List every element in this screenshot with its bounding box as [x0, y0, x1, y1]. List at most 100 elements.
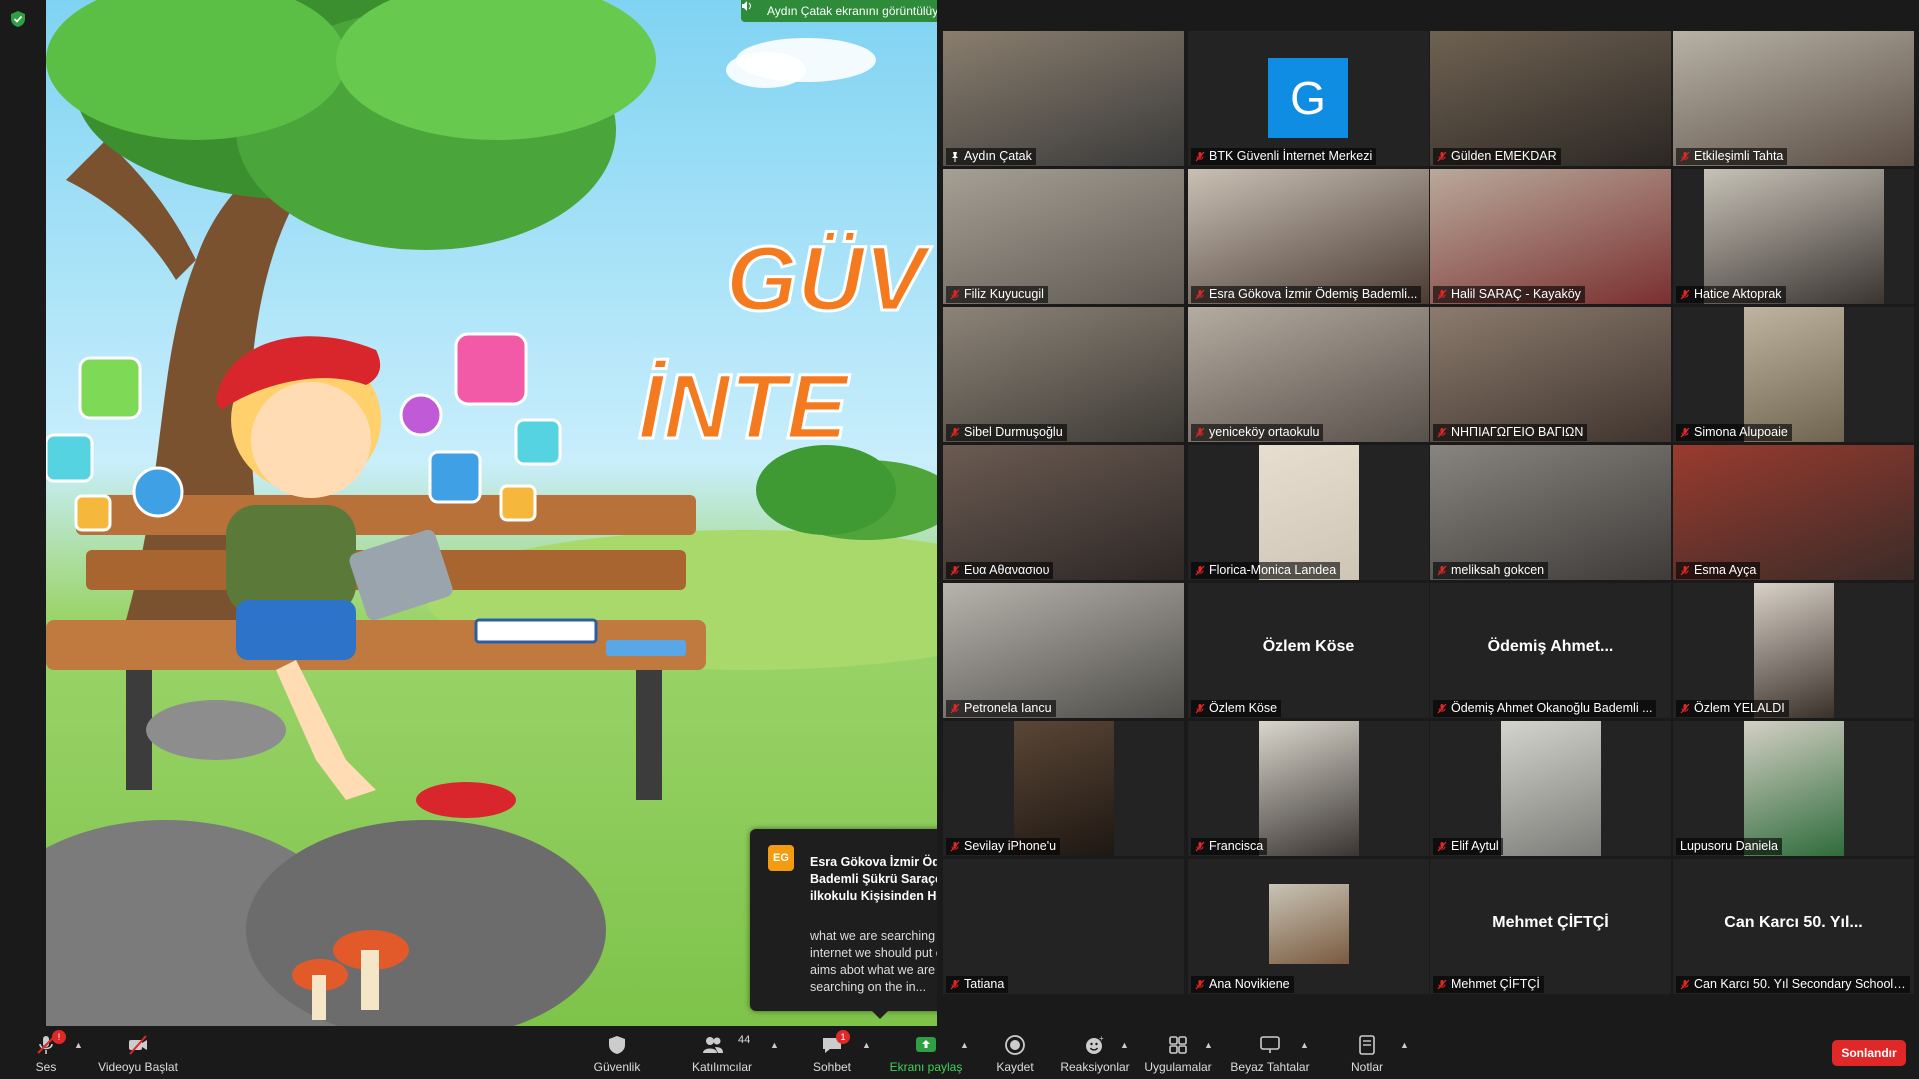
participant-name-label: BTK Güvenli İnternet Merkezi	[1191, 148, 1377, 165]
apps-grid-icon	[1169, 1036, 1187, 1054]
participant-tile[interactable]: Özlem Köse Özlem Köse	[1188, 583, 1429, 718]
whiteboards-button[interactable]: Beyaz Tahtalar	[1224, 1026, 1316, 1079]
participant-name-label: Mehmet ÇİFTÇİ	[1433, 976, 1544, 993]
chat-notification[interactable]: EG Esra Gökova İzmir Ödemiş Bademli Şükr…	[750, 829, 937, 1019]
encryption-shield-icon[interactable]	[10, 10, 26, 28]
shared-screen: GÜV İNTE Aydın Çatak ekranını görüntülüy…	[46, 0, 937, 1026]
participant-tile[interactable]: G BTK Güvenli İnternet Merkezi	[1188, 31, 1429, 166]
participant-name-label: Simona Alupoaie	[1676, 424, 1792, 441]
participant-tile[interactable]: Tatiana	[943, 859, 1184, 994]
participant-display-name: Can Karcı 50. Yıl...	[1724, 914, 1863, 931]
screen-share-banner[interactable]: Aydın Çatak ekranını görüntülüyorsunuz	[741, 0, 937, 22]
participant-video	[1188, 169, 1429, 304]
notes-icon	[1359, 1035, 1375, 1055]
participant-video	[1259, 445, 1359, 580]
record-label: Kaydet	[996, 1060, 1034, 1074]
participant-name: Florica-Monica Landea	[1209, 563, 1337, 577]
participant-tile[interactable]: Ödemiş Ahmet... Ödemiş Ahmet Okanoğlu Bad…	[1430, 583, 1671, 718]
participant-name: Lupusoru Daniela	[1680, 839, 1778, 853]
record-button[interactable]: Kaydet	[990, 1026, 1040, 1079]
participant-name: Simona Alupoaie	[1694, 425, 1788, 439]
participant-name-label: Petronela Iancu	[946, 700, 1056, 717]
participant-tile[interactable]: Florica-Monica Landea	[1188, 445, 1429, 580]
chat-sender-avatar: EG	[768, 845, 794, 871]
participant-name: Tatiana	[964, 977, 1005, 991]
chat-message-preview: what we are searching on the internet we…	[810, 929, 937, 994]
participant-tile[interactable]: Ana Novikiene	[1188, 859, 1429, 994]
chat-unread-badge: 1	[836, 1030, 850, 1044]
speaker-icon	[742, 1, 751, 11]
audio-options-caret[interactable]: ▲	[74, 1040, 83, 1050]
chat-button[interactable]: 1 Sohbet	[800, 1026, 864, 1079]
participant-tile[interactable]: Filiz Kuyucugil	[943, 169, 1184, 304]
participant-tile[interactable]: Francisca	[1188, 721, 1429, 856]
muted-microphone-icon	[1437, 289, 1447, 300]
participant-tile[interactable]: Ευα Αθανασιου	[943, 445, 1184, 580]
share-screen-button[interactable]: Ekranı paylaş	[886, 1026, 966, 1079]
security-shield-icon	[609, 1036, 625, 1054]
muted-microphone-icon	[950, 703, 960, 714]
participant-tile[interactable]: Esma Ayça	[1673, 445, 1914, 580]
muted-microphone-icon	[950, 427, 960, 438]
participant-tile[interactable]: Elif Aytul	[1430, 721, 1671, 856]
participant-name: yeniceköy ortaokulu	[1209, 425, 1320, 439]
participant-tile[interactable]: Özlem YELALDI	[1673, 583, 1914, 718]
apps-options-caret[interactable]: ▲	[1204, 1040, 1213, 1050]
end-meeting-button[interactable]: Sonlandır	[1832, 1040, 1906, 1066]
muted-microphone-icon	[1680, 427, 1690, 438]
chat-sender-name: Esra Gökova İzmir Ödemiş Bademli Şükrü S…	[810, 855, 937, 903]
notes-options-caret[interactable]: ▲	[1400, 1040, 1409, 1050]
participant-tile[interactable]: Simona Alupoaie	[1673, 307, 1914, 442]
audio-button[interactable]: ! Ses	[20, 1026, 72, 1079]
meeting-toolbar: ! Ses ▲ Videoyu Başlat Güvenlik 44 Katıl…	[0, 1026, 1919, 1079]
muted-microphone-icon	[1680, 565, 1690, 576]
participant-name-label: Gülden EMEKDAR	[1433, 148, 1561, 165]
participant-tile[interactable]: Hatice Aktoprak	[1673, 169, 1914, 304]
muted-microphone-icon	[1437, 151, 1447, 162]
participant-tile[interactable]: Lupusoru Daniela	[1673, 721, 1914, 856]
participant-tile[interactable]: Can Karcı 50. Yıl... Can Karcı 50. Yıl Se…	[1673, 859, 1914, 994]
participant-tile[interactable]: Sibel Durmuşoğlu	[943, 307, 1184, 442]
muted-microphone-icon	[1437, 979, 1447, 990]
participants-options-caret[interactable]: ▲	[770, 1040, 779, 1050]
start-video-button[interactable]: Videoyu Başlat	[92, 1026, 184, 1079]
muted-microphone-icon	[1195, 565, 1205, 576]
participant-name: Ana Novikiene	[1209, 977, 1290, 991]
participant-tile[interactable]: Gülden EMEKDAR	[1430, 31, 1671, 166]
participants-button[interactable]: 44 Katılımcılar	[686, 1026, 758, 1079]
reactions-options-caret[interactable]: ▲	[1120, 1040, 1129, 1050]
participant-video	[1744, 307, 1844, 442]
muted-microphone-icon	[950, 979, 960, 990]
muted-microphone-icon	[950, 565, 960, 576]
participant-name-label: Filiz Kuyucugil	[946, 286, 1048, 303]
muted-microphone-icon	[1437, 565, 1447, 576]
reactions-button[interactable]: + Reaksiyonlar	[1060, 1026, 1130, 1079]
participant-tile[interactable]: Esra Gökova İzmir Ödemiş Bademli...	[1188, 169, 1429, 304]
participant-video	[1430, 307, 1671, 442]
whiteboards-options-caret[interactable]: ▲	[1300, 1040, 1309, 1050]
chat-label: Sohbet	[812, 1060, 852, 1074]
participant-tile[interactable]: Etkileşimli Tahta	[1673, 31, 1914, 166]
participant-name: Elif Aytul	[1451, 839, 1499, 853]
participant-name: Hatice Aktoprak	[1694, 287, 1782, 301]
apps-button[interactable]: Uygulamalar	[1140, 1026, 1216, 1079]
notes-button[interactable]: Notlar	[1340, 1026, 1394, 1079]
participant-tile[interactable]: Mehmet ÇİFTÇİ Mehmet ÇİFTÇİ	[1430, 859, 1671, 994]
muted-microphone-icon	[1195, 151, 1205, 162]
participant-name: Francisca	[1209, 839, 1264, 853]
participant-tile[interactable]: Aydın Çatak	[943, 31, 1184, 166]
chat-options-caret[interactable]: ▲	[862, 1040, 871, 1050]
muted-microphone-icon	[1195, 427, 1205, 438]
participant-video	[1430, 445, 1671, 580]
security-button[interactable]: Güvenlik	[585, 1026, 649, 1079]
muted-microphone-icon	[1195, 841, 1205, 852]
participant-tile[interactable]: yeniceköy ortaokulu	[1188, 307, 1429, 442]
participant-tile[interactable]: meliksah gokcen	[1430, 445, 1671, 580]
participant-video	[1269, 884, 1349, 964]
participant-tile[interactable]: Sevilay iPhone'u	[943, 721, 1184, 856]
participant-tile[interactable]: Petronela Iancu	[943, 583, 1184, 718]
participant-tile[interactable]: ΝΗΠΙΑΓΩΓΕΙΟ ΒΑΓΙΩΝ	[1430, 307, 1671, 442]
participant-name: Esma Ayça	[1694, 563, 1757, 577]
participant-tile[interactable]: Halil SARAÇ - Kayaköy	[1430, 169, 1671, 304]
share-options-caret[interactable]: ▲	[960, 1040, 969, 1050]
